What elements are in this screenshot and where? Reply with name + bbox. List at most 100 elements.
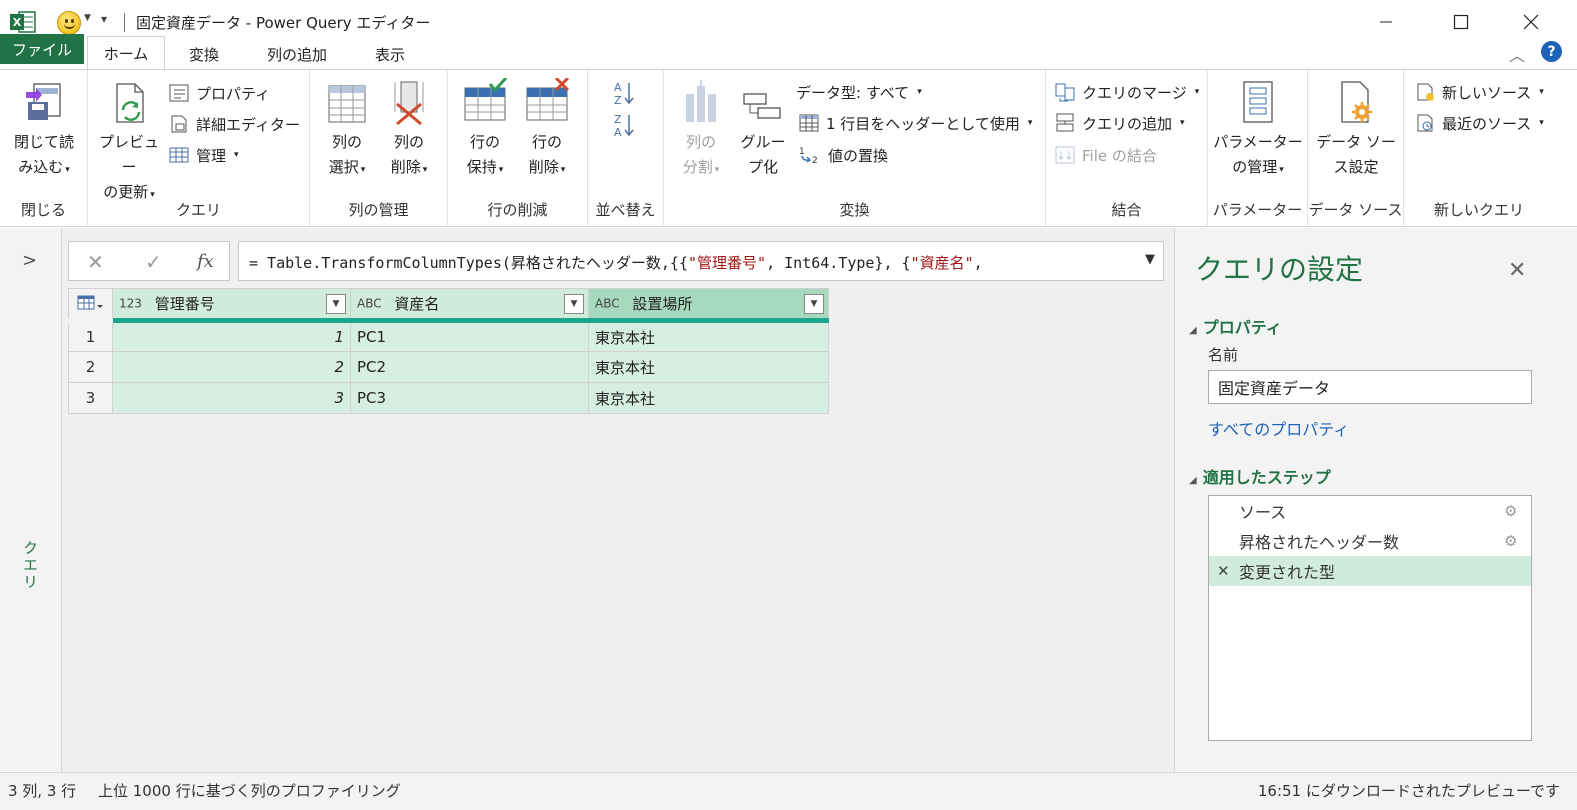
text-type-icon[interactable]: ABC [357,297,382,311]
properties-button[interactable]: プロパティ [168,80,270,106]
data-type-dropdown[interactable]: データ型: すべて ▾ [796,79,922,105]
query-settings-title: クエリの設定 [1195,253,1364,286]
table-row: 2 2 PC2 東京本社 [68,351,829,383]
table-cell[interactable]: PC2 [350,351,589,383]
data-source-settings-button[interactable]: データ ソー ス設定 [1312,78,1400,180]
choose-columns-button[interactable]: 列の 選択 ▾ [318,78,376,183]
refresh-preview-button[interactable]: プレビュー の更新 ▾ [94,78,164,208]
remove-columns-button[interactable]: 列の 削除 ▾ [380,78,438,183]
applied-steps-section-header[interactable]: ◢ 適用したステップ [1189,464,1331,488]
keep-rows-button[interactable]: 行の 保持 ▾ [456,78,514,183]
expand-queries-icon[interactable]: > [22,250,37,271]
column-header-id[interactable]: 123 管理番号 ▼ [112,288,351,323]
sort-descending-icon[interactable]: Z A [612,112,636,138]
excel-icon[interactable]: X [10,10,36,34]
table-cell[interactable]: 3 [112,382,351,414]
tab-view[interactable]: 表示 [364,39,416,69]
group-label-query: クエリ [175,201,221,219]
all-properties-link[interactable]: すべてのプロパティ [1208,416,1349,440]
combine-files-icon [1055,146,1075,164]
table-menu-corner[interactable] [68,288,113,323]
manage-table-icon [169,147,189,163]
advanced-editor-button[interactable]: 詳細エディター [168,111,300,137]
manage-parameters-button[interactable]: パラメーター の管理 ▾ [1212,78,1304,183]
table-cell[interactable]: 東京本社 [588,320,829,352]
group-label-sort: 並べ替え [595,201,656,219]
row-number[interactable]: 3 [68,382,113,414]
tab-home[interactable]: ホーム [87,36,165,70]
column-filter-dropdown[interactable]: ▼ [564,294,584,314]
collapse-ribbon-icon[interactable]: ︿ [1509,42,1525,66]
remove-columns-icon [394,81,424,126]
gear-icon[interactable]: ⚙ [1504,532,1517,550]
merge-queries-button[interactable]: クエリのマージ ▾ [1054,79,1199,105]
use-first-row-as-headers-button[interactable]: 1 行目をヘッダーとして使用 ▾ [798,110,1032,136]
maximize-icon [1453,14,1469,30]
query-settings-pane: クエリの設定 ✕ ◢プロパティ 名前 すべてのプロパティ ◢適用したステップ ソ… [1174,228,1577,772]
query-name-input[interactable] [1208,370,1532,404]
split-column-button[interactable]: 列の 分割 ▾ [672,78,730,183]
text-type-icon[interactable]: ABC [595,297,620,311]
step-item[interactable]: ソース ⚙ [1209,496,1531,526]
table-cell[interactable]: PC3 [350,382,589,414]
confirm-formula-icon[interactable]: ✓ [145,250,162,274]
close-icon [1523,14,1539,30]
help-icon[interactable]: ? [1541,41,1562,62]
group-label-transform: 変換 [839,201,870,219]
table-header-icon [799,114,819,132]
replace-values-button[interactable]: 12 値の置換 [798,142,888,168]
refresh-preview-icon [116,83,144,123]
close-settings-icon[interactable]: ✕ [1508,258,1526,283]
column-header-name[interactable]: ABC 資産名 ▼ [350,288,589,323]
fx-icon[interactable]: fx [197,251,214,272]
tab-transform[interactable]: 変換 [174,39,234,69]
group-by-button[interactable]: グルー プ化 [734,78,792,180]
group-transform: 列の 分割 ▾ グルー プ化 データ型: すべて ▾ 1 行目をヘッダーとして使用 ▾… [664,70,1046,226]
svg-text:Z: Z [614,113,622,126]
table-cell[interactable]: 1 [112,320,351,352]
tab-add-column[interactable]: 列の追加 [257,39,337,69]
status-dimensions: 3 列, 3 行 [8,782,77,800]
manage-button[interactable]: 管理 ▾ [168,142,239,168]
data-source-settings-icon [1341,81,1372,123]
customize-qat-icon[interactable]: ▾ [101,12,107,26]
expand-formula-icon[interactable]: ▼ [1145,252,1155,267]
smiley-dropdown-icon[interactable]: ▼ [84,13,91,23]
properties-section-header[interactable]: ◢ プロパティ [1189,314,1282,338]
group-label-combine: 結合 [1111,201,1142,219]
append-queries-button[interactable]: クエリの追加 ▾ [1054,110,1185,136]
sort-ascending-icon[interactable]: A Z [612,80,636,106]
minimize-icon [1380,21,1392,23]
recent-sources-button[interactable]: 最近のソース ▾ [1414,110,1544,136]
cancel-formula-icon[interactable]: ✕ [87,250,104,274]
queries-pane-label[interactable]: クエリ [20,540,41,591]
group-label-manage-columns: 列の管理 [348,201,409,219]
column-filter-dropdown[interactable]: ▼ [326,294,346,314]
column-header-location[interactable]: ABC 設置場所 ▼ [588,288,829,323]
split-column-icon [686,80,716,122]
close-and-load-button[interactable]: 閉じて読 み込む ▾ [10,78,78,183]
formula-bar[interactable]: = Table.TransformColumnTypes(昇格されたヘッダー数,… [238,241,1164,281]
delete-step-icon[interactable]: ✕ [1217,562,1230,580]
new-source-button[interactable]: 新しいソース ▾ [1414,79,1544,105]
remove-rows-button[interactable]: 行の 削除 ▾ [518,78,576,183]
table-cell[interactable]: 東京本社 [588,382,829,414]
gear-icon[interactable]: ⚙ [1504,502,1517,520]
group-label-reduce-rows: 行の削減 [487,201,548,219]
applied-steps-list: ソース ⚙ 昇格されたヘッダー数 ⚙ ✕ 変更された型 [1208,495,1532,741]
step-item-selected[interactable]: ✕ 変更された型 [1209,556,1531,586]
table-cell[interactable]: 東京本社 [588,351,829,383]
group-reduce-rows: 行の 保持 ▾ 行の 削除 ▾ 行の削減 [448,70,588,226]
step-item[interactable]: 昇格されたヘッダー数 ⚙ [1209,526,1531,556]
status-profiling[interactable]: 上位 1000 行に基づく列のプロファイリング [98,780,401,801]
whole-number-type-icon[interactable]: 123 [119,297,142,311]
row-number[interactable]: 1 [68,320,113,352]
table-cell[interactable]: PC1 [350,320,589,352]
row-number[interactable]: 2 [68,351,113,383]
column-filter-dropdown[interactable]: ▼ [804,294,824,314]
combine-files-button[interactable]: File の結合 [1054,142,1157,168]
tab-file[interactable]: ファイル [0,34,84,64]
feedback-smiley-icon[interactable] [57,11,81,35]
group-label-new-query: 新しいクエリ [1433,201,1524,219]
table-cell[interactable]: 2 [112,351,351,383]
